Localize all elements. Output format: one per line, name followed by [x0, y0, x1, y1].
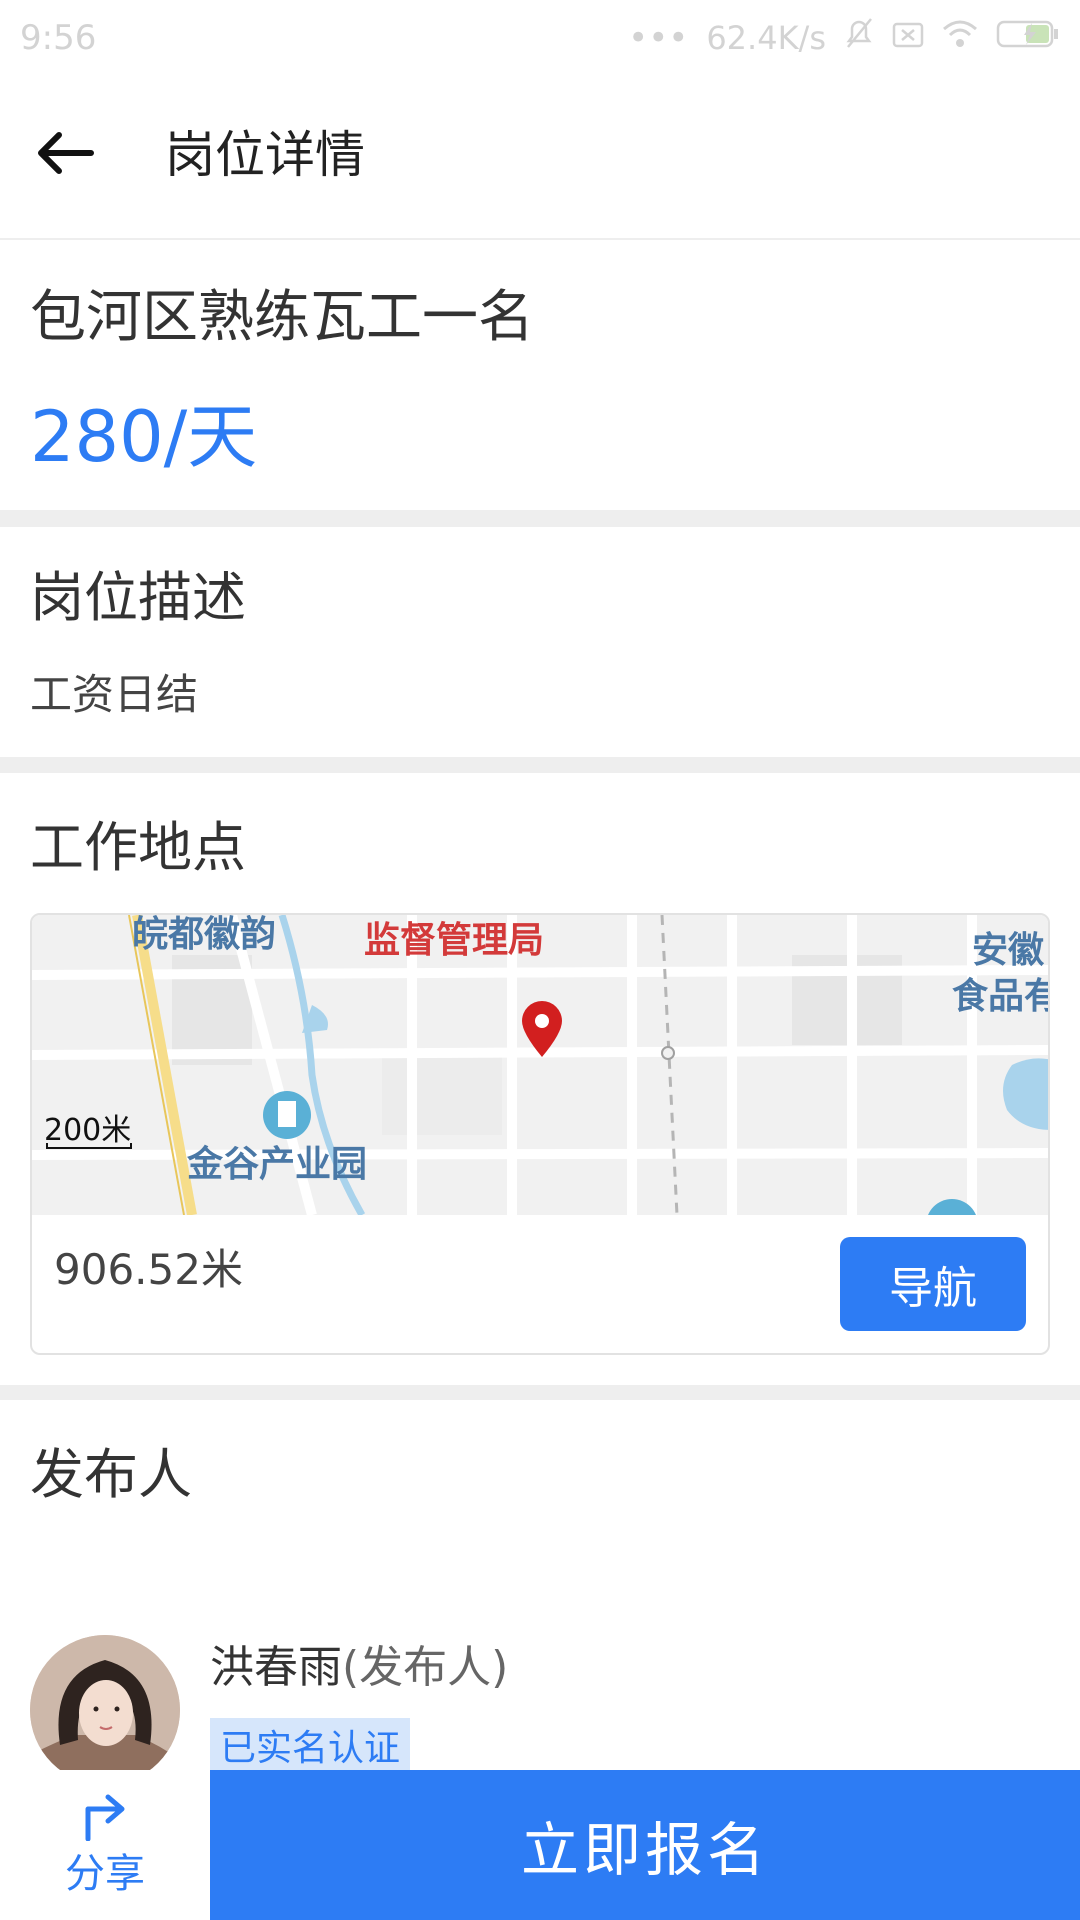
job-description-section: 岗位描述 工资日结 [0, 527, 1080, 757]
share-label: 分享 [65, 1851, 145, 1897]
publisher-name-line: 洪春雨(发布人) [210, 1638, 508, 1698]
map-label-jiandu: 监督管理局 [364, 920, 545, 961]
status-bar: 9:56 ••• 62.4K/s [0, 0, 1080, 75]
map-label-jingu: 金谷产业园 [187, 1144, 368, 1185]
bottom-action-bar: 分享 立即报名 [0, 1770, 1080, 1920]
section-divider [0, 510, 1080, 527]
map-label-anhui: 安徽 [972, 930, 1045, 971]
avatar[interactable] [30, 1635, 180, 1785]
publisher-heading: 发布人 [30, 1443, 192, 1506]
share-arrow-icon [80, 1791, 130, 1845]
sim-icon [892, 18, 924, 58]
arrow-left-icon [35, 131, 95, 179]
map-card: 皖都徽韵 监督管理局 安徽 食品有 金谷产业园 200米 906.52米 导航 [30, 913, 1050, 1355]
battery-icon [996, 18, 1060, 58]
page-title: 岗位详情 [165, 126, 365, 184]
map-label-wandu: 皖都徽韵 [132, 915, 277, 955]
location-heading: 工作地点 [30, 816, 246, 879]
status-time: 9:56 [20, 17, 97, 58]
status-icons: ••• 62.4K/s [628, 17, 1060, 58]
section-divider [0, 757, 1080, 773]
job-title: 包河区熟练瓦工一名 [30, 285, 534, 350]
share-button[interactable]: 分享 [0, 1770, 210, 1920]
verified-badge: 已实名认证 [210, 1718, 411, 1774]
publisher-section: 发布人 洪春雨(发布人) 已实名认证 [0, 1400, 1080, 1785]
job-summary-section: 包河区熟练瓦工一名 280/天 [0, 242, 1080, 510]
publisher-name: 洪春雨 [210, 1642, 342, 1693]
map-scale-bar [46, 1143, 132, 1149]
section-divider [0, 1385, 1080, 1400]
publisher-role: (发布人) [342, 1642, 509, 1693]
mute-bell-icon [844, 17, 874, 58]
apply-now-button[interactable]: 立即报名 [210, 1770, 1080, 1920]
app-header: 岗位详情 [0, 75, 1080, 240]
navigate-button[interactable]: 导航 [840, 1237, 1026, 1331]
back-button[interactable] [30, 125, 100, 185]
description-text: 工资日结 [30, 670, 199, 719]
network-speed: 62.4K/s [706, 18, 826, 57]
map-label-anhui-food: 食品有 [952, 976, 1050, 1017]
wifi-icon [942, 18, 978, 58]
job-salary: 280/天 [30, 396, 258, 478]
distance-text: 906.52米 [54, 1245, 243, 1294]
work-location-section: 工作地点 皖都徽韵 监督管理局 安徽 食品有 金谷产业园 200米 906.52… [0, 773, 1080, 1385]
description-heading: 岗位描述 [30, 566, 246, 629]
location-map[interactable]: 皖都徽韵 监督管理局 安徽 食品有 金谷产业园 200米 [32, 915, 1050, 1215]
more-dots-icon: ••• [628, 17, 689, 58]
